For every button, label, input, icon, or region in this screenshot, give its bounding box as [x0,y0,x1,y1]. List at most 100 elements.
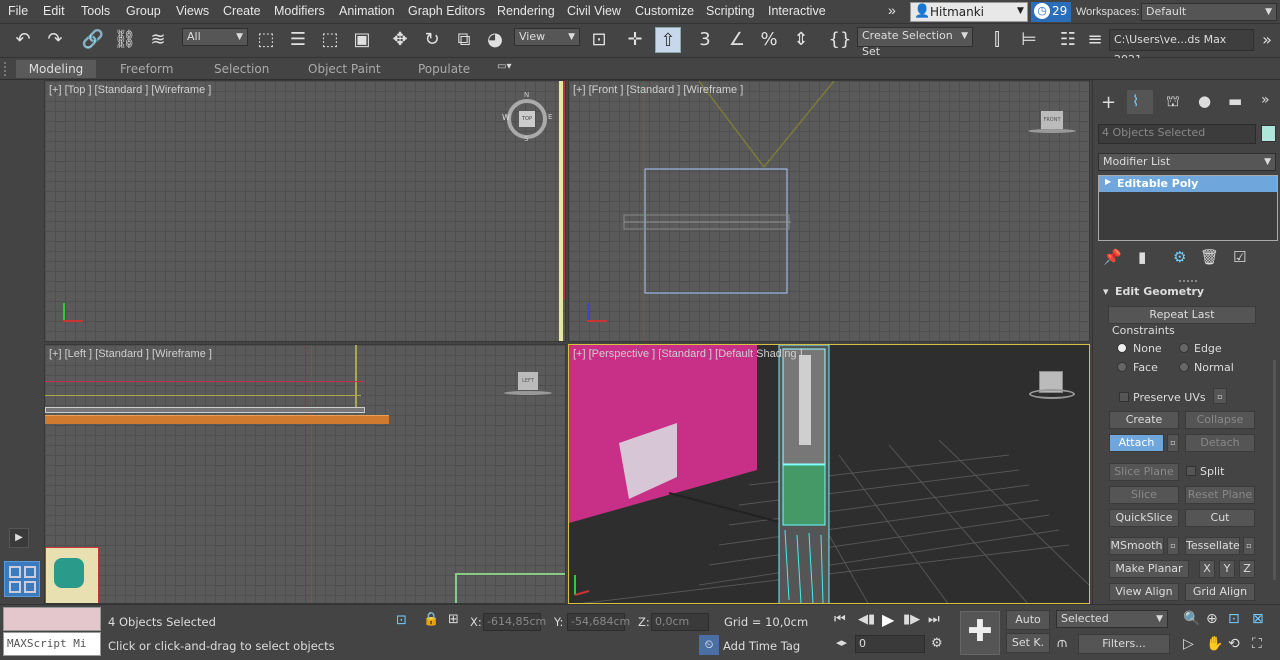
key-filters-icon[interactable]: ⫙ [1057,633,1067,651]
viewcube-front-icon[interactable]: FRONT [1041,111,1063,129]
rotate-icon[interactable]: ↻ [419,27,445,53]
play-icon[interactable]: ▶ [882,610,894,629]
auto-key-button[interactable]: Auto [1006,610,1050,630]
expand-arrow-icon[interactable]: ▶ [1105,177,1111,186]
viewcube-compass[interactable]: TOP [507,99,547,139]
maxscript-listener-output[interactable] [3,607,101,631]
planar-x-button[interactable]: X [1199,560,1215,578]
zoom-extents-all-icon[interactable]: ⊠ [1252,611,1264,627]
menu-customize[interactable]: Customize [635,4,694,18]
notifications-button[interactable]: ◷ 29 [1031,2,1071,22]
menu-overflow-icon[interactable]: » [888,2,896,18]
keyboard-shortcut-override-icon[interactable]: ⇧ [655,27,681,53]
remove-modifier-icon[interactable]: 🗑 [1200,248,1219,266]
menu-views[interactable]: Views [176,4,209,18]
viewport-label-left[interactable]: [+] [Left ] [Standard ] [Wireframe ] [49,348,212,360]
viewport-perspective[interactable]: [+] [Perspective ] [Standard ] [Default … [568,344,1090,604]
motion-tab-icon[interactable]: ● [1198,92,1211,110]
detach-button[interactable]: Detach [1185,434,1255,452]
current-frame-field[interactable]: 0 [855,635,925,653]
lock-selection-icon[interactable]: 🔒 [423,612,439,627]
snaps-toggle-icon[interactable]: 3 [692,27,718,53]
divider-grip[interactable] [1179,280,1197,284]
preserve-uvs-checkbox[interactable] [1119,392,1129,402]
rollout-title[interactable]: Edit Geometry [1115,285,1204,298]
menu-file[interactable]: File [8,4,28,18]
menu-tools[interactable]: Tools [81,4,110,18]
display-tab-icon[interactable]: ▬ [1228,92,1242,110]
rollout-arrow-icon[interactable]: ▾ [1103,285,1109,298]
attach-button[interactable]: Attach [1109,434,1164,452]
filters-button[interactable]: Filters... [1078,634,1170,654]
isolate-selection-icon[interactable]: ⊡ [396,613,407,628]
absolute-mode-icon[interactable]: ⊞ [448,612,459,627]
modify-tab-icon[interactable]: ⌇ [1127,90,1153,114]
tab-freeform[interactable]: Freeform [114,60,179,78]
add-time-tag-button[interactable]: Add Time Tag [723,639,800,653]
set-key-button[interactable]: Set K. [1006,633,1050,653]
workspace-dropdown[interactable]: Default ▼ [1141,3,1277,21]
link-icon[interactable]: 🔗 [80,27,106,53]
slice-button[interactable]: Slice [1109,486,1179,504]
menu-modifiers[interactable]: Modifiers [274,4,325,18]
named-selection-dropdown[interactable]: Create Selection Set ▼ [857,27,973,58]
field-of-view-icon[interactable]: ▷ [1183,636,1194,652]
spinner-snap-icon[interactable]: ⇕ [788,27,814,53]
make-unique-icon[interactable]: ⚙ [1173,248,1186,266]
angle-snap-icon[interactable]: ∠ [724,27,750,53]
orbit-icon[interactable]: ⟲ [1228,636,1240,652]
undo-icon[interactable]: ↶ [10,27,36,53]
quickslice-button[interactable]: QuickSlice [1109,509,1179,527]
create-button[interactable]: Create [1109,411,1179,429]
layer-explorer-icon[interactable]: ≡ [1082,27,1108,53]
menu-animation[interactable]: Animation [339,4,395,18]
menu-group[interactable]: Group [126,4,161,18]
toolbar-overflow-icon[interactable]: » [1254,27,1280,53]
msmooth-button[interactable]: MSmooth [1109,537,1164,555]
bind-space-warp-icon[interactable]: ≋ [145,27,171,53]
tab-selection[interactable]: Selection [208,60,275,78]
hierarchy-tab-icon[interactable]: ⛫ [1166,92,1180,112]
viewport-front[interactable]: [+] [Front ] [Standard ] [Wireframe ] FR… [568,80,1090,342]
viewcube-top-icon[interactable]: TOP [519,111,535,127]
viewport-label-front[interactable]: [+] [Front ] [Standard ] [Wireframe ] [573,84,743,96]
viewport-top[interactable]: [+] [Top ] [Standard ] [Wireframe ] TOP … [44,80,566,342]
planar-y-button[interactable]: Y [1219,560,1235,578]
panel-overflow-icon[interactable]: » [1261,92,1270,108]
y-coord-field[interactable]: -54,684cm [567,613,630,631]
show-end-result-icon[interactable]: ▮ [1138,248,1146,266]
menu-interactive[interactable]: Interactive [768,4,826,18]
window-crossing-icon[interactable]: ▣ [349,27,375,53]
selection-filter-dropdown[interactable]: All ▼ [182,28,248,46]
next-frame-icon[interactable]: ▮▶ [903,612,920,627]
move-icon[interactable]: ✥ [387,27,413,53]
menu-civil-view[interactable]: Civil View [567,4,621,18]
slice-plane-button[interactable]: Slice Plane [1109,463,1179,481]
placement-icon[interactable]: ◕ [482,27,508,53]
viewport-label-top[interactable]: [+] [Top ] [Standard ] [Wireframe ] [49,84,211,96]
time-tag-icon[interactable]: ⏲ [699,635,719,655]
key-mode-toggle-icon[interactable]: ◂▸ [836,636,847,649]
constraint-normal-radio[interactable] [1179,362,1189,372]
menu-edit[interactable]: Edit [43,4,65,18]
rectangular-selection-icon[interactable]: ⬚ [317,27,343,53]
attach-settings-button[interactable]: ▫ [1167,434,1179,452]
collapse-button[interactable]: Collapse [1185,411,1255,429]
expand-arrow-icon[interactable]: ▶ [9,528,29,548]
ribbon-options-icon[interactable]: ▭▾ [497,61,511,72]
reference-coordinate-dropdown[interactable]: View ▼ [514,28,580,46]
menu-rendering[interactable]: Rendering [497,4,555,18]
planar-z-button[interactable]: Z [1239,560,1255,578]
object-name-field[interactable]: 4 Objects Selected [1098,124,1256,144]
tab-modeling[interactable]: Modeling [16,60,96,78]
select-object-icon[interactable]: ⬚ [253,27,279,53]
zoom-all-icon[interactable]: ⊕ [1206,611,1218,627]
edit-named-selection-icon[interactable]: {} [827,27,853,53]
z-coord-field[interactable]: 0,0cm [651,613,709,631]
constraint-face-radio[interactable] [1117,362,1127,372]
cut-button[interactable]: Cut [1185,509,1255,527]
goto-start-icon[interactable]: ⏮ [834,612,846,627]
time-config-icon[interactable]: ⚙ [931,636,943,651]
panel-scrollbar[interactable] [1273,360,1276,580]
project-path-field[interactable]: C:\Users\ve...ds Max 2021 [1109,29,1254,66]
